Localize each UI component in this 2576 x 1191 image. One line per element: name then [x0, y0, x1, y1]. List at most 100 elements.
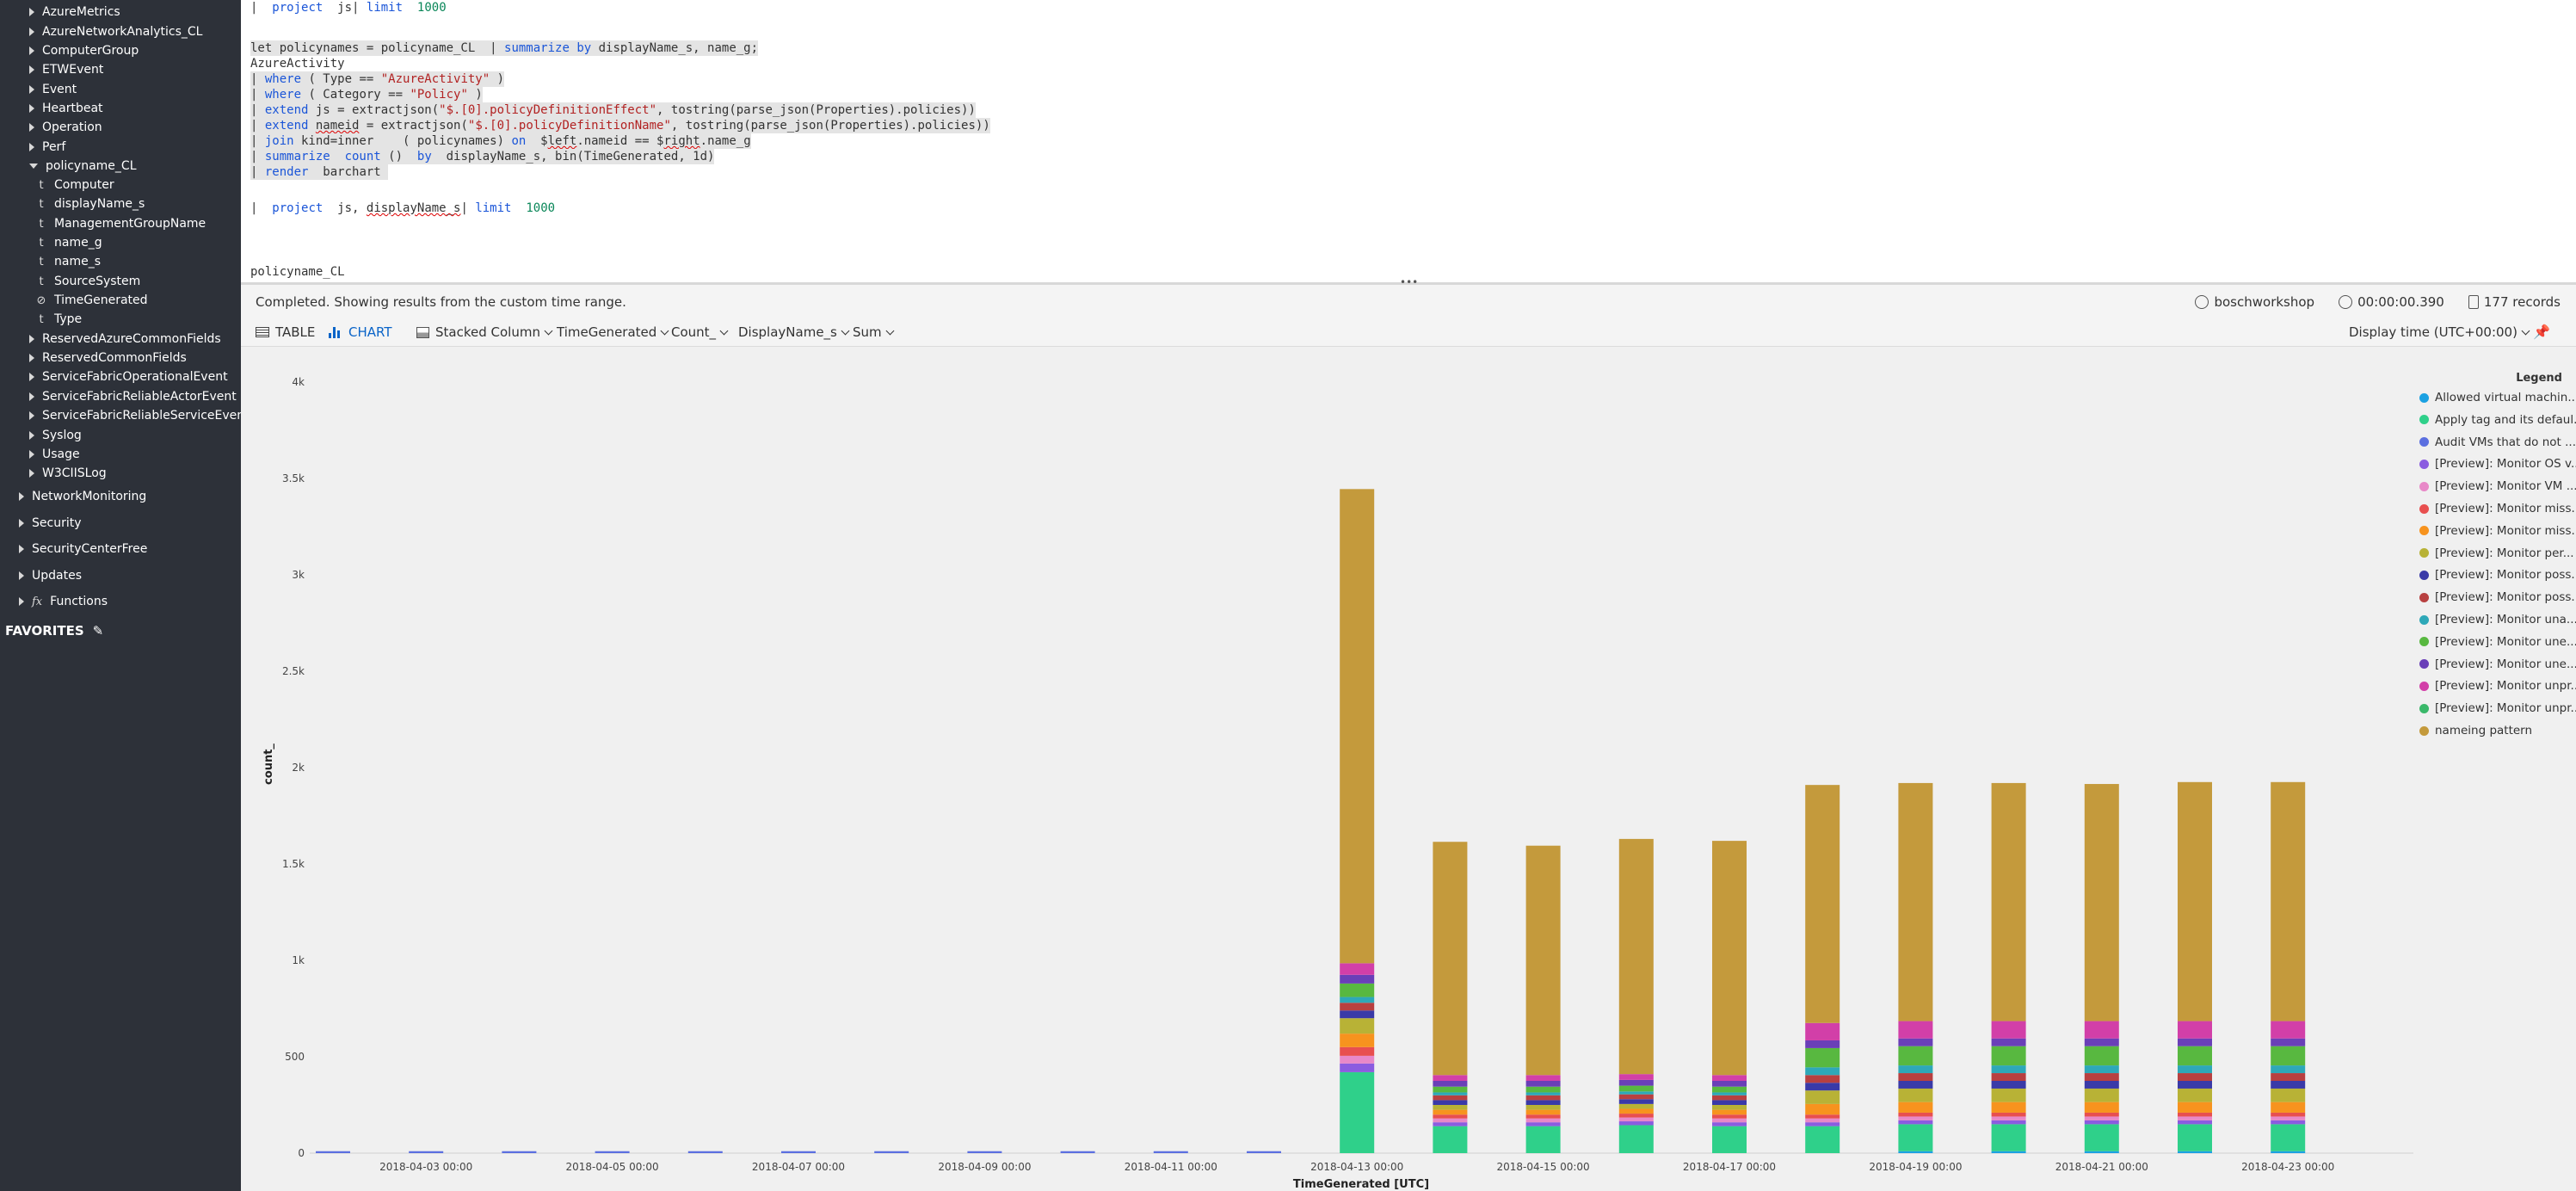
aggregation-dropdown[interactable]: Sum: [853, 324, 895, 340]
sidebar-item[interactable]: Syslog: [29, 427, 82, 444]
bar-segment[interactable]: [2271, 1124, 2306, 1151]
bar-segment[interactable]: [1618, 1079, 1654, 1086]
bar-segment[interactable]: [1898, 1073, 1933, 1081]
bar-segment[interactable]: [2271, 781, 2306, 1021]
bar-segment[interactable]: [1340, 1003, 1375, 1011]
sidebar-item[interactable]: ETWEvent: [29, 61, 103, 78]
chevron-right-icon[interactable]: [29, 65, 34, 74]
bar-segment[interactable]: [1618, 1099, 1654, 1104]
bar-segment[interactable]: [1340, 1018, 1375, 1034]
bar-segment[interactable]: [1898, 1151, 1933, 1153]
bar-segment[interactable]: [967, 1151, 1002, 1153]
chevron-right-icon[interactable]: [29, 431, 34, 440]
bar-segment[interactable]: [1805, 1040, 1840, 1048]
legend-item[interactable]: Allowed virtual machin...: [2419, 391, 2576, 404]
sidebar-item[interactable]: t Type: [36, 311, 82, 328]
bar-segment[interactable]: [1340, 1071, 1375, 1153]
bar-segment[interactable]: [1433, 1126, 1468, 1153]
bar-segment[interactable]: [2178, 1021, 2212, 1039]
bar-segment[interactable]: [1525, 1095, 1561, 1101]
bar-segment[interactable]: [1991, 782, 2026, 1021]
bar-segment[interactable]: [1340, 1055, 1375, 1064]
bar-segment[interactable]: [1712, 1114, 1747, 1119]
bar-segment[interactable]: [1805, 1118, 1840, 1123]
bar-segment[interactable]: [1898, 1088, 1933, 1102]
bar-segment[interactable]: [1525, 1075, 1561, 1081]
code-line[interactable]: | summarize count () by displayName_s, b…: [250, 149, 715, 164]
chevron-right-icon[interactable]: [29, 8, 34, 16]
bar-segment[interactable]: [1340, 1063, 1375, 1072]
code-line[interactable]: | render barchart: [250, 164, 389, 180]
chart-type-dropdown[interactable]: Stacked Column: [416, 324, 553, 340]
bar-segment[interactable]: [1898, 1116, 1933, 1120]
bar-segment[interactable]: [874, 1151, 909, 1153]
bar-segment[interactable]: [1805, 1022, 1840, 1040]
sidebar-item[interactable]: ReservedCommonFields: [29, 349, 187, 367]
sidebar-item[interactable]: ComputerGroup: [29, 42, 139, 59]
bar-segment[interactable]: [409, 1151, 444, 1153]
bar-segment[interactable]: [687, 1151, 723, 1153]
sidebar-item[interactable]: SecurityCenterFree: [19, 540, 147, 558]
bar-segment[interactable]: [1712, 1092, 1747, 1095]
bar-segment[interactable]: [1618, 1108, 1654, 1114]
bar-segment[interactable]: [1525, 1126, 1561, 1153]
bar-segment[interactable]: [1433, 842, 1468, 1076]
code-line[interactable]: policyname_CL: [250, 264, 345, 280]
bar-segment[interactable]: [2178, 1112, 2212, 1117]
bar-segment[interactable]: [1712, 1122, 1747, 1126]
chevron-right-icon[interactable]: [19, 492, 24, 501]
bar-segment[interactable]: [1618, 1074, 1654, 1080]
bar-segment[interactable]: [1898, 1081, 1933, 1089]
bar-segment[interactable]: [1525, 1114, 1561, 1119]
bar-segment[interactable]: [1712, 1100, 1747, 1105]
chevron-right-icon[interactable]: [29, 450, 34, 459]
chevron-right-icon[interactable]: [29, 46, 34, 55]
sidebar-item[interactable]: t Computer: [36, 176, 114, 194]
bar-segment[interactable]: [1898, 1124, 1933, 1151]
chevron-right-icon[interactable]: [29, 28, 34, 36]
sidebar-item[interactable]: W3CIISLog: [29, 465, 107, 482]
bar-segment[interactable]: [2271, 1120, 2306, 1125]
sidebar-item[interactable]: Security: [19, 515, 82, 532]
bar-segment[interactable]: [2271, 1151, 2306, 1153]
chevron-right-icon[interactable]: [19, 571, 24, 580]
bar-segment[interactable]: [2084, 1021, 2119, 1039]
bar-segment[interactable]: [1805, 1047, 1840, 1068]
sidebar-item[interactable]: ⊘ TimeGenerated: [36, 292, 148, 309]
chevron-right-icon[interactable]: [29, 85, 34, 94]
bar-segment[interactable]: [2178, 1151, 2212, 1153]
bar-segment[interactable]: [1898, 1102, 1933, 1113]
bar-segment[interactable]: [1805, 1083, 1840, 1091]
bar-segment[interactable]: [1712, 1075, 1747, 1081]
bar-segment[interactable]: [2178, 1102, 2212, 1113]
split-by-dropdown[interactable]: DisplayName_s: [738, 324, 850, 340]
bar-segment[interactable]: [2084, 1124, 2119, 1151]
bar-segment[interactable]: [1991, 1112, 2026, 1117]
code-line[interactable]: | project js, displayName_s| limit 1000: [250, 201, 555, 216]
bar-segment[interactable]: [1618, 1085, 1654, 1092]
bar-segment[interactable]: [2178, 1046, 2212, 1066]
sidebar-item[interactable]: ServiceFabricReliableActorEvent: [29, 388, 237, 405]
bar-segment[interactable]: [502, 1151, 537, 1153]
legend-item[interactable]: [Preview]: Monitor une...: [2419, 635, 2576, 649]
chevron-right-icon[interactable]: [29, 335, 34, 343]
bar-segment[interactable]: [1712, 1109, 1747, 1115]
bar-segment[interactable]: [2084, 1151, 2119, 1153]
legend-item[interactable]: [Preview]: Monitor OS v...: [2419, 457, 2576, 471]
code-line[interactable]: | where ( Category == "Policy" ): [250, 87, 483, 102]
bar-segment[interactable]: [1618, 1125, 1654, 1153]
bar-segment[interactable]: [1991, 1038, 2026, 1046]
legend-item[interactable]: Audit VMs that do not ...: [2419, 435, 2576, 449]
bar-segment[interactable]: [2084, 1081, 2119, 1089]
bar-segment[interactable]: [1991, 1102, 2026, 1113]
code-line[interactable]: | join kind=inner ( policynames) on $lef…: [250, 133, 751, 149]
sidebar-item[interactable]: t name_s: [36, 253, 101, 270]
chevron-right-icon[interactable]: [29, 123, 34, 132]
bar-segment[interactable]: [1991, 1151, 2026, 1153]
chevron-right-icon[interactable]: [19, 545, 24, 553]
sidebar-item[interactable]: ServiceFabricReliableServiceEvent: [29, 407, 241, 424]
bar-segment[interactable]: [1433, 1109, 1468, 1115]
bar-segment[interactable]: [2084, 784, 2119, 1021]
bar-segment[interactable]: [1433, 1092, 1468, 1095]
bar-segment[interactable]: [1340, 983, 1375, 997]
